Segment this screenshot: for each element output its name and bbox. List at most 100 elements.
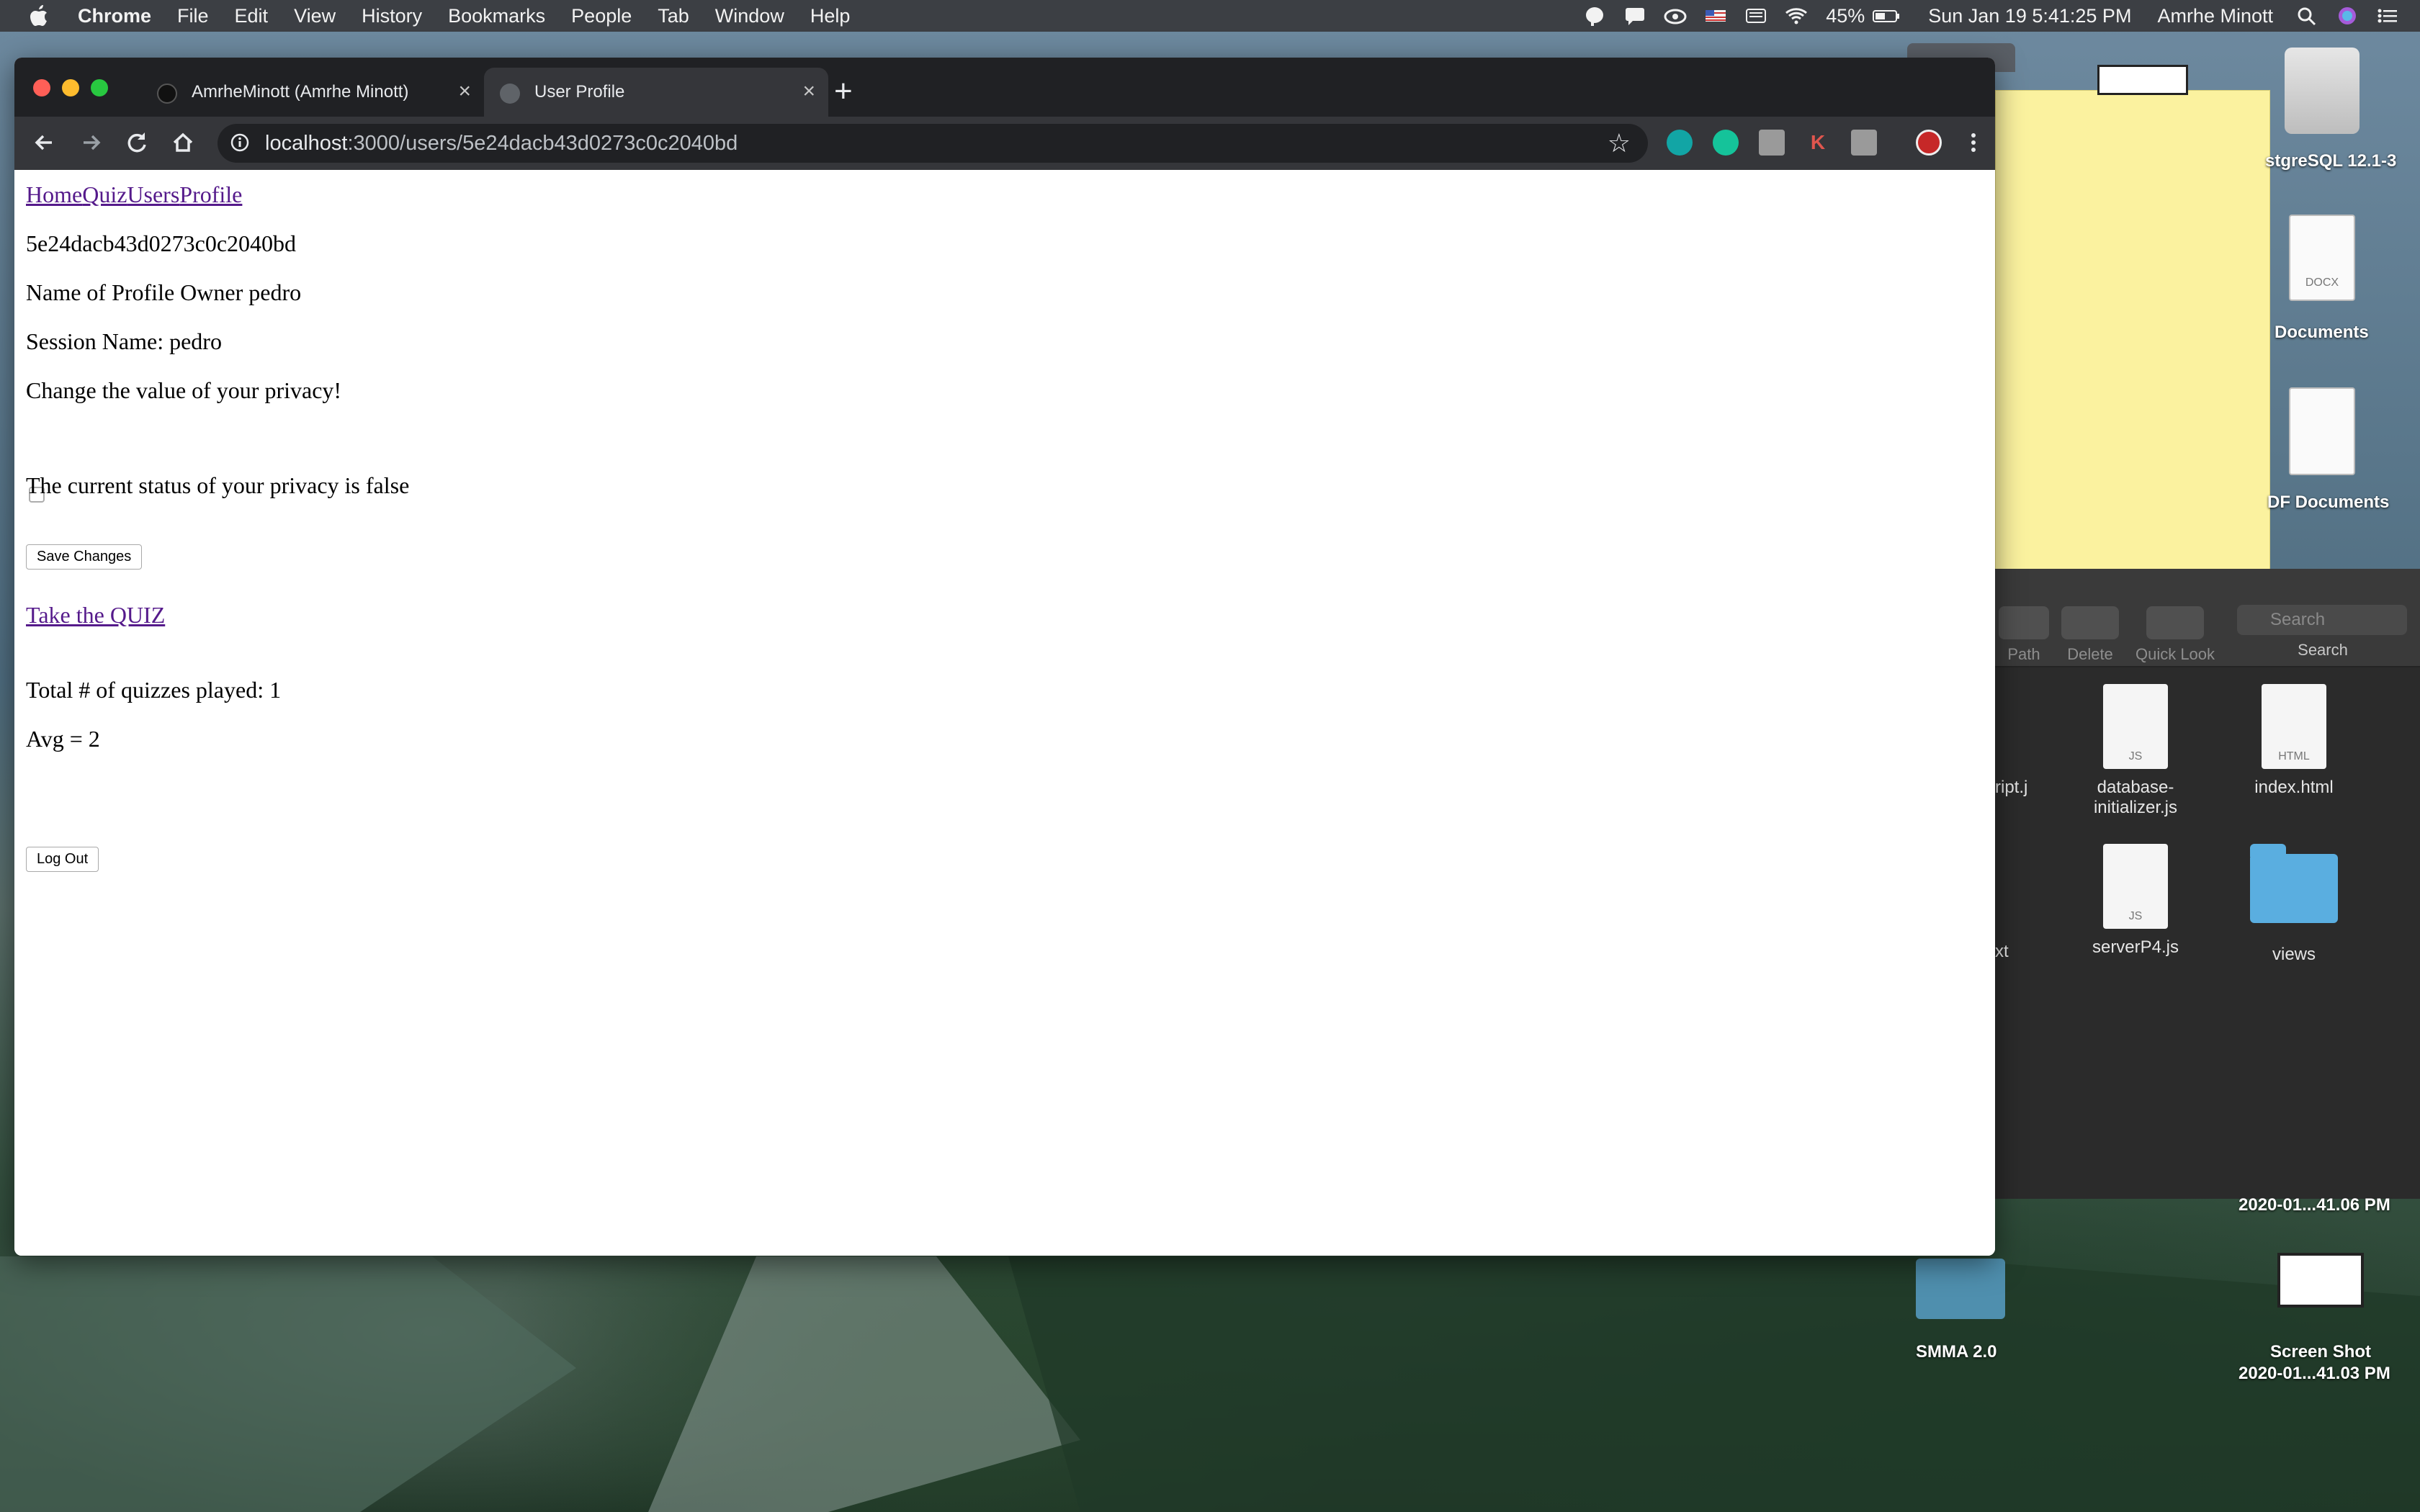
url-text: localhost:3000/users/5e24dacb43d0273c0c2… bbox=[265, 124, 738, 163]
finder-quicklook-label: Quick Look bbox=[2135, 645, 2215, 663]
siri-icon[interactable] bbox=[2335, 5, 2360, 27]
finder-path-button[interactable]: Path bbox=[1995, 606, 2053, 664]
spotlight-search-icon[interactable] bbox=[2295, 5, 2319, 27]
forward-arrow-icon[interactable] bbox=[76, 128, 105, 157]
file-tag: JS bbox=[2128, 750, 2143, 762]
screenshot-thumb-icon[interactable] bbox=[2277, 1253, 2364, 1308]
close-tab-icon[interactable]: × bbox=[458, 79, 471, 104]
notification-center-icon[interactable] bbox=[2375, 5, 2400, 27]
url-host: localhost bbox=[265, 132, 348, 155]
finder-file-serverp4[interactable]: JS serverP4.js bbox=[2074, 844, 2197, 958]
smma-folder-icon[interactable] bbox=[1916, 1259, 2005, 1319]
us-flag-icon[interactable] bbox=[1703, 5, 1728, 27]
close-tab-icon[interactable]: × bbox=[802, 79, 815, 104]
reload-icon[interactable] bbox=[122, 128, 151, 157]
postgres-drive-icon[interactable] bbox=[2285, 48, 2360, 134]
desktop-item-smma[interactable]: SMMA 2.0 bbox=[1916, 1342, 1996, 1362]
url-path: :3000/users/5e24dacb43d0273c0c2040bd bbox=[347, 132, 738, 155]
file-name: views bbox=[2272, 945, 2316, 964]
nav-link-users[interactable]: Users bbox=[127, 181, 179, 207]
tab-github[interactable]: AmrheMinott (Amrhe Minott) × bbox=[141, 68, 484, 117]
html-file-icon: HTML bbox=[2262, 684, 2326, 769]
notification-icon[interactable] bbox=[1623, 5, 1647, 27]
kebab-menu-icon[interactable] bbox=[1959, 128, 1988, 157]
finder-search-input[interactable]: Search bbox=[2237, 605, 2407, 635]
file-name: ript.j bbox=[1995, 778, 2028, 797]
menu-bookmarks[interactable]: Bookmarks bbox=[448, 5, 545, 27]
desktop-item-screenshot[interactable]: Screen Shot bbox=[2270, 1342, 2371, 1362]
wifi-icon[interactable] bbox=[1784, 5, 1809, 27]
privacy-status: The current status of your privacy is fa… bbox=[26, 472, 410, 498]
finder-file-index-html[interactable]: HTML index.html bbox=[2233, 684, 2355, 798]
finder-window: Path Delete Quick Look Search Search rip… bbox=[1995, 569, 2420, 1199]
sticky-note[interactable] bbox=[1995, 90, 2270, 574]
extension-code-icon[interactable] bbox=[1851, 130, 1877, 156]
nav-link-quiz[interactable]: Quiz bbox=[82, 181, 127, 207]
finder-quicklook-button[interactable]: Quick Look bbox=[2125, 606, 2226, 664]
tab-user-profile[interactable]: User Profile × bbox=[484, 68, 828, 117]
postgres-elephant-icon[interactable] bbox=[1582, 5, 1607, 27]
desktop-item-pdf-documents[interactable]: DF Documents bbox=[2267, 492, 2389, 513]
menu-window[interactable]: Window bbox=[715, 5, 784, 27]
home-icon[interactable] bbox=[169, 128, 197, 157]
finder-file-script[interactable]: ript.j bbox=[1995, 778, 2053, 798]
address-bar[interactable]: localhost:3000/users/5e24dacb43d0273c0c2… bbox=[218, 124, 1648, 163]
menubar-user[interactable]: Amrhe Minott bbox=[2157, 5, 2273, 27]
desktop-item-screenshot-date: 2020-01...41.03 PM bbox=[2238, 1364, 2390, 1383]
tab-title: AmrheMinott (Amrhe Minott) bbox=[192, 82, 409, 102]
extension-box-icon[interactable] bbox=[1759, 130, 1785, 156]
menu-tab[interactable]: Tab bbox=[658, 5, 689, 27]
finder-file-database-initializer[interactable]: JS database- initializer.js bbox=[2074, 684, 2197, 818]
profile-avatar-icon[interactable] bbox=[1916, 130, 1942, 156]
keyboard-icon[interactable] bbox=[1744, 5, 1768, 27]
battery-icon[interactable] bbox=[1870, 5, 1902, 27]
finder-folder-views[interactable]: views bbox=[2233, 844, 2355, 965]
finder-search-label: Search bbox=[2298, 641, 2348, 659]
top-nav: HomeQuizUsersProfile bbox=[26, 181, 242, 208]
extension-k-icon[interactable]: K bbox=[1805, 130, 1831, 156]
menu-bar: Chrome File Edit View History Bookmarks … bbox=[0, 0, 2420, 32]
menu-file[interactable]: File bbox=[177, 5, 209, 27]
pdf-documents-icon[interactable] bbox=[2289, 387, 2355, 475]
menu-history[interactable]: History bbox=[362, 5, 422, 27]
globe-icon bbox=[500, 84, 520, 104]
desktop-item-screenshot-top-date[interactable]: 2020-01...41.06 PM bbox=[2238, 1195, 2390, 1215]
menu-help[interactable]: Help bbox=[810, 5, 851, 27]
finder-delete-button[interactable]: Delete bbox=[2054, 606, 2126, 664]
back-arrow-icon[interactable] bbox=[30, 128, 59, 157]
finder-file-txt[interactable]: xt bbox=[1995, 942, 2053, 962]
zoom-window-button[interactable] bbox=[91, 79, 108, 96]
save-changes-button[interactable]: Save Changes bbox=[26, 544, 143, 570]
session-name: Session Name: pedro bbox=[26, 328, 222, 354]
desktop-item-postgres[interactable]: stgreSQL 12.1-3 bbox=[2265, 151, 2396, 171]
grammarly-icon[interactable] bbox=[1713, 130, 1739, 156]
menubar-clock[interactable]: Sun Jan 19 5:41:25 PM bbox=[1928, 5, 2131, 27]
extension-teal-icon[interactable] bbox=[1667, 130, 1693, 156]
desktop-screenshot-thumb-top[interactable] bbox=[2097, 65, 2188, 95]
file-name: database- initializer.js bbox=[2093, 778, 2178, 817]
menu-view[interactable]: View bbox=[294, 5, 336, 27]
info-icon[interactable] bbox=[230, 133, 249, 152]
new-tab-button[interactable]: + bbox=[834, 73, 853, 109]
file-name: serverP4.js bbox=[2092, 937, 2179, 957]
privacy-prompt: Change the value of your privacy! bbox=[26, 377, 342, 403]
menu-edit[interactable]: Edit bbox=[235, 5, 269, 27]
creative-cloud-icon[interactable] bbox=[1663, 5, 1688, 27]
chrome-window: AmrheMinott (Amrhe Minott) × User Profil… bbox=[14, 58, 1995, 1256]
menu-people[interactable]: People bbox=[571, 5, 632, 27]
desktop-item-documents[interactable]: Documents bbox=[2275, 323, 2369, 343]
eye-icon bbox=[2146, 606, 2204, 639]
close-window-button[interactable] bbox=[33, 79, 50, 96]
take-quiz-link[interactable]: Take the QUIZ bbox=[26, 602, 165, 628]
bookmark-star-icon[interactable]: ☆ bbox=[1608, 124, 1631, 163]
nav-link-profile[interactable]: Profile bbox=[179, 181, 242, 207]
nav-link-home[interactable]: Home bbox=[26, 181, 82, 207]
apple-icon[interactable] bbox=[27, 4, 49, 28]
docx-tag: DOCX bbox=[2305, 276, 2339, 289]
profile-owner: Name of Profile Owner pedro bbox=[26, 279, 302, 305]
menu-app-name[interactable]: Chrome bbox=[78, 5, 151, 27]
minimize-window-button[interactable] bbox=[62, 79, 79, 96]
documents-icon[interactable]: DOCX bbox=[2289, 215, 2355, 301]
log-out-button[interactable]: Log Out bbox=[26, 847, 99, 872]
finder-delete-label: Delete bbox=[2067, 645, 2113, 663]
